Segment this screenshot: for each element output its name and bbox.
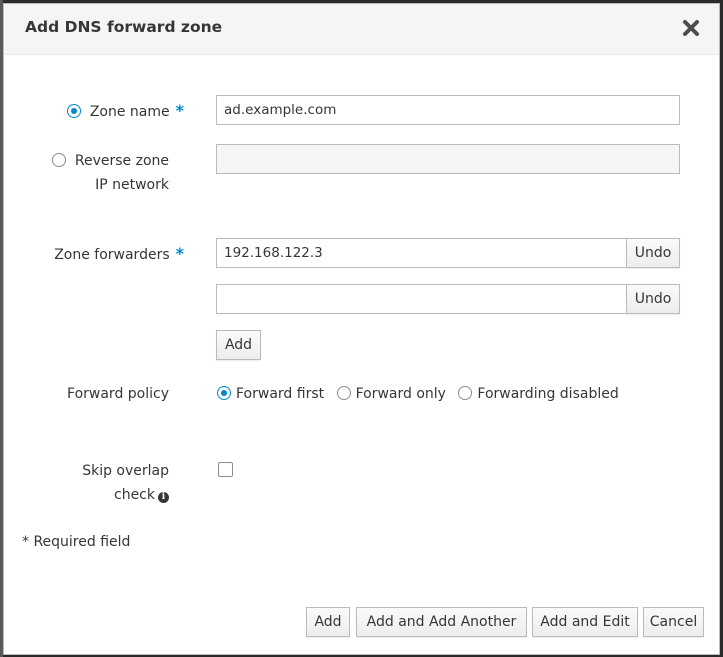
forwarding-disabled-label: Forwarding disabled: [477, 386, 619, 402]
forward-policy-option-disabled[interactable]: Forwarding disabled: [458, 386, 619, 402]
forward-first-label: Forward first: [236, 386, 325, 402]
dialog-header: Add DNS forward zone: [4, 4, 719, 55]
forward-policy-option-only[interactable]: Forward only: [336, 386, 446, 402]
add-and-add-another-button[interactable]: Add and Add Another: [356, 607, 527, 637]
forward-policy-option-first[interactable]: Forward first: [217, 386, 324, 402]
skip-overlap-label: Skip overlap: [82, 463, 169, 479]
cancel-button[interactable]: Cancel: [643, 607, 704, 637]
reverse-zone-label-group: Reverse zone IP network: [44, 149, 169, 197]
zone-name-input[interactable]: [216, 95, 680, 125]
forward-policy-label: Forward policy: [67, 386, 169, 402]
add-dns-forward-zone-dialog: Add DNS forward zone Zone name * Reverse …: [3, 3, 720, 655]
required-marker: *: [175, 101, 184, 120]
dialog-title: Add DNS forward zone: [25, 18, 223, 36]
required-marker: *: [175, 244, 184, 263]
zone-forwarder-input-1[interactable]: [216, 238, 627, 268]
add-button[interactable]: Add: [306, 607, 350, 637]
radio-forwarding-disabled[interactable]: [458, 386, 473, 400]
add-forwarder-button[interactable]: Add: [216, 330, 261, 360]
forward-only-label: Forward only: [355, 386, 446, 402]
reverse-zone-label: Reverse zone: [74, 153, 169, 169]
forward-policy-options: Forward first Forward only Forwarding di…: [217, 384, 627, 404]
add-and-edit-button[interactable]: Add and Edit: [532, 607, 638, 637]
zone-forwarders-label: Zone forwarders: [54, 247, 170, 263]
reverse-zone-radio[interactable]: [52, 153, 67, 167]
close-icon: [683, 20, 699, 36]
zone-forwarder-input-2[interactable]: [216, 284, 627, 314]
skip-overlap-checkbox[interactable]: [218, 462, 233, 477]
zone-forwarders-label-group: Zone forwarders *: [24, 242, 184, 267]
info-icon[interactable]: i: [158, 492, 169, 503]
reverse-zone-label-line2: IP network: [95, 177, 169, 193]
zone-name-radio[interactable]: [67, 104, 82, 118]
reverse-zone-input[interactable]: [216, 144, 680, 174]
undo-button-2[interactable]: Undo: [626, 284, 680, 314]
close-button[interactable]: [680, 17, 702, 39]
undo-button-1[interactable]: Undo: [626, 238, 680, 268]
zone-name-label: Zone name: [89, 104, 170, 120]
skip-overlap-label-group: Skip overlap check i: [24, 459, 169, 507]
skip-overlap-label-line2: check: [114, 487, 155, 503]
radio-forward-first[interactable]: [217, 386, 231, 400]
radio-forward-only[interactable]: [336, 386, 351, 400]
required-field-note: * Required field: [22, 534, 131, 550]
zone-name-label-group: Zone name *: [54, 99, 184, 124]
